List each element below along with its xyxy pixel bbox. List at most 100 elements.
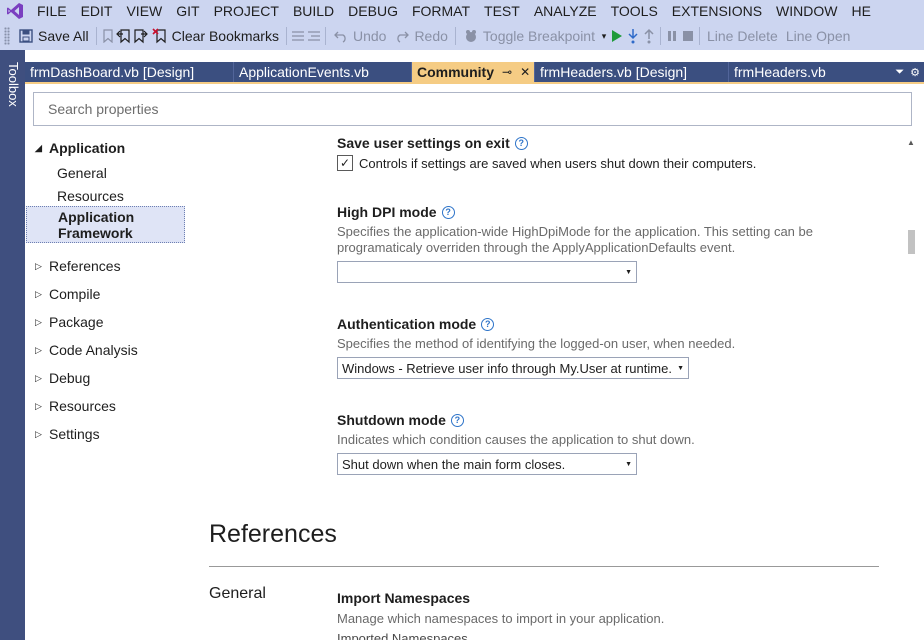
help-icon[interactable]: ?: [481, 317, 495, 331]
tab-community[interactable]: Community ⊸ ✕: [412, 62, 535, 82]
tab-frmheaders-design[interactable]: frmHeaders.vb [Design]: [535, 62, 729, 82]
step-into-icon[interactable]: [625, 28, 641, 44]
toolbar-grip-icon[interactable]: [4, 27, 10, 45]
redo-label: Redo: [414, 28, 448, 44]
nav-item-application-framework[interactable]: Application Framework: [26, 206, 185, 243]
menu-extensions[interactable]: EXTENSIONS: [665, 0, 769, 22]
scroll-up-arrow-icon[interactable]: ▲: [907, 138, 915, 147]
nav-group-code-analysis[interactable]: ▷ Code Analysis: [35, 342, 138, 358]
step-out-icon[interactable]: [641, 28, 657, 44]
import-namespaces-title-text: Import Namespaces: [337, 590, 471, 606]
vertical-scrollbar[interactable]: ▲: [900, 130, 924, 640]
clear-bookmarks-icon: [152, 28, 168, 44]
redo-button[interactable]: Redo: [390, 24, 451, 48]
tab-community-label: Community: [417, 64, 494, 80]
search-placeholder: Search properties: [48, 101, 159, 117]
undo-button[interactable]: Undo: [329, 24, 390, 48]
save-user-settings-title: Save user settings on exit ?: [337, 135, 528, 151]
uncomment-lines-icon[interactable]: [306, 28, 322, 44]
tab-frmdashboard-design[interactable]: frmDashBoard.vb [Design]: [25, 62, 234, 82]
menu-git[interactable]: GIT: [169, 0, 206, 22]
shutdown-mode-dropdown[interactable]: Shut down when the main form closes. ▼: [337, 453, 637, 475]
shutdown-mode-title: Shutdown mode ?: [337, 412, 464, 428]
toggle-breakpoint-label: Toggle Breakpoint: [482, 28, 595, 44]
tab-dropdown-icon[interactable]: ⏷: [895, 66, 904, 79]
toolbar-overflow-icon[interactable]: ▾: [599, 28, 609, 44]
clear-bookmarks-button[interactable]: Clear Bookmarks: [148, 24, 283, 48]
save-all-label: Save All: [38, 28, 89, 44]
menu-project[interactable]: PROJECT: [207, 0, 286, 22]
menu-tools[interactable]: TOOLS: [604, 0, 665, 22]
menu-build[interactable]: BUILD: [286, 0, 341, 22]
menu-bar: FILE EDIT VIEW GIT PROJECT BUILD DEBUG F…: [0, 0, 924, 22]
toolbar-separator: [454, 27, 456, 45]
nav-item-general[interactable]: General: [57, 165, 107, 181]
high-dpi-description: Specifies the application-wide HighDpiMo…: [337, 224, 837, 256]
nav-group-references[interactable]: ▷ References: [35, 258, 121, 274]
pin-icon[interactable]: ⊸: [502, 62, 512, 82]
nav-item-resources[interactable]: Resources: [57, 188, 124, 204]
nav-group-code-analysis-label: Code Analysis: [49, 342, 138, 358]
next-bookmark-icon[interactable]: [132, 28, 148, 44]
document-tabs: frmDashBoard.vb [Design] ApplicationEven…: [25, 62, 924, 82]
nav-item-application-framework-line1: Application: [58, 209, 135, 225]
pause-icon[interactable]: [664, 28, 680, 44]
authentication-mode-title: Authentication mode ?: [337, 316, 495, 332]
tab-settings-gear-icon[interactable]: ⚙: [910, 66, 920, 79]
collapsed-arrow-icon: ▷: [35, 316, 42, 327]
comment-lines-icon[interactable]: [290, 28, 306, 44]
stop-icon[interactable]: [680, 28, 696, 44]
authentication-mode-dropdown[interactable]: Windows - Retrieve user info through My.…: [337, 357, 689, 379]
bookmark-icon[interactable]: [100, 28, 116, 44]
menu-file[interactable]: FILE: [30, 0, 74, 22]
toolbar-separator: [95, 27, 97, 45]
nav-group-compile-label: Compile: [49, 286, 101, 302]
tab-applicationevents[interactable]: ApplicationEvents.vb: [234, 62, 412, 82]
toolbar-separator: [324, 27, 326, 45]
menu-help[interactable]: HE: [844, 0, 877, 22]
nav-group-settings[interactable]: ▷ Settings: [35, 426, 100, 442]
line-open-label: Line Open: [785, 28, 851, 44]
visual-studio-logo-icon[interactable]: [0, 0, 30, 22]
high-dpi-dropdown[interactable]: ▼: [337, 261, 637, 283]
help-icon[interactable]: ?: [441, 205, 455, 219]
menu-test[interactable]: TEST: [477, 0, 527, 22]
menu-format[interactable]: FORMAT: [405, 0, 477, 22]
expanded-arrow-icon: ◢: [35, 142, 42, 153]
line-delete-button[interactable]: Line Delete: [703, 24, 782, 48]
references-heading: References: [209, 520, 337, 548]
start-icon[interactable]: [609, 28, 625, 44]
menu-view[interactable]: VIEW: [119, 0, 169, 22]
close-icon[interactable]: ✕: [520, 62, 530, 82]
line-open-button[interactable]: Line Open: [782, 24, 855, 48]
save-all-button[interactable]: Save All: [14, 24, 93, 48]
tab-frmheaders[interactable]: frmHeaders.vb: [729, 62, 864, 82]
save-user-settings-checkbox[interactable]: ✓: [337, 155, 353, 171]
menu-debug[interactable]: DEBUG: [341, 0, 405, 22]
toolbox-label[interactable]: Toolbox: [3, 62, 21, 107]
nav-group-compile[interactable]: ▷ Compile: [35, 286, 100, 302]
help-icon[interactable]: ?: [514, 136, 528, 150]
undo-icon: [333, 28, 349, 44]
nav-group-package[interactable]: ▷ Package: [35, 314, 103, 330]
high-dpi-description-line2: programaticaly overriden through the App…: [337, 240, 736, 255]
nav-item-application-framework-line2: Framework: [58, 225, 133, 241]
clear-bookmarks-label: Clear Bookmarks: [171, 28, 279, 44]
menu-window[interactable]: WINDOW: [769, 0, 844, 22]
nav-group-debug[interactable]: ▷ Debug: [35, 370, 90, 386]
tab-tools: ⏷ ⚙: [895, 62, 924, 82]
help-icon[interactable]: ?: [450, 413, 464, 427]
shutdown-mode-title-text: Shutdown mode: [337, 412, 446, 428]
save-user-settings-row[interactable]: ✓ Controls if settings are saved when us…: [337, 155, 756, 171]
menu-analyze[interactable]: ANALYZE: [527, 0, 604, 22]
nav-group-resources[interactable]: ▷ Resources: [35, 398, 116, 414]
collapsed-arrow-icon: ▷: [35, 428, 42, 439]
toolbar-separator: [659, 27, 661, 45]
nav-group-application[interactable]: ◢ Application: [35, 140, 125, 156]
toolbox-strip[interactable]: [0, 50, 25, 640]
scrollbar-thumb[interactable]: [908, 230, 915, 254]
toggle-breakpoint-button[interactable]: Toggle Breakpoint: [459, 24, 599, 48]
search-properties-input[interactable]: Search properties: [33, 92, 912, 126]
previous-bookmark-icon[interactable]: [115, 28, 132, 44]
menu-edit[interactable]: EDIT: [74, 0, 120, 22]
